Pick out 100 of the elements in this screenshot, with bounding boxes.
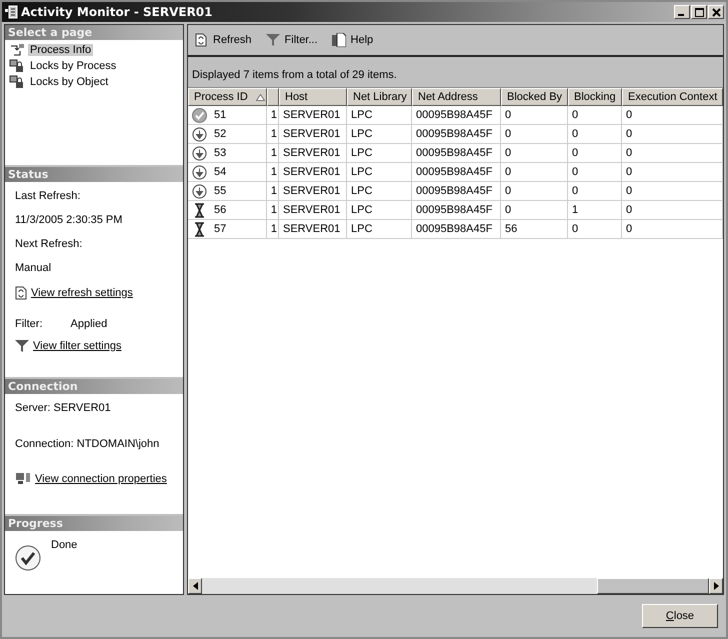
page-item[interactable]: Locks by Process xyxy=(28,60,118,72)
field-value: 11/3/2005 2:30:35 PM xyxy=(15,213,122,228)
lock-icon xyxy=(9,59,25,73)
table-cell: 0 xyxy=(626,109,632,121)
table-cell: LPC xyxy=(351,204,372,216)
table-cell: 00095B98A45F xyxy=(416,204,492,216)
sort-icon xyxy=(256,94,265,100)
refresh-settings-link[interactable]: View refresh settings xyxy=(31,287,133,299)
left-arrow-icon xyxy=(192,582,198,590)
table-cell: 51 xyxy=(214,109,226,121)
table-cell: 57 xyxy=(214,223,226,235)
table-cell: 52 xyxy=(214,128,226,140)
table-cell: 0 xyxy=(572,166,578,178)
close-button[interactable]: Close xyxy=(642,604,718,628)
table-cell: 0 xyxy=(572,185,578,197)
table-cell: 0 xyxy=(505,185,512,197)
horizontal-scrollbar[interactable] xyxy=(188,578,723,594)
table-cell: LPC xyxy=(351,223,372,235)
table-cell: LPC xyxy=(351,147,372,159)
field-label: Next Refresh: xyxy=(15,237,82,252)
table-cell: 53 xyxy=(214,147,226,159)
close-icon[interactable] xyxy=(708,5,724,19)
maximize-icon xyxy=(694,8,704,16)
table-cell: LPC xyxy=(351,166,372,178)
table-cell: 00095B98A45F xyxy=(416,223,492,235)
table-cell: 1 xyxy=(270,166,277,178)
connection-text: Connection: NTDOMAIN\john xyxy=(15,437,160,452)
table-cell: LPC xyxy=(351,128,372,140)
progress-status: Done xyxy=(51,539,78,551)
table-cell: SERVER01 xyxy=(283,223,340,235)
maximize-button[interactable] xyxy=(691,5,707,19)
column-header[interactable]: Process ID xyxy=(188,88,267,106)
table-cell: 0 xyxy=(505,147,512,159)
table-cell: 1 xyxy=(270,147,277,159)
table-cell: LPC xyxy=(351,185,372,197)
field-value: Manual xyxy=(15,261,52,276)
section-header: Progress xyxy=(5,516,183,531)
table-cell: 1 xyxy=(270,185,277,197)
table-cell: 00095B98A45F xyxy=(416,147,492,159)
column-header[interactable]: Net Library xyxy=(347,88,412,106)
table-cell: 55 xyxy=(214,185,226,197)
table-cell: 0 xyxy=(626,128,632,140)
right-arrow-icon xyxy=(714,582,718,590)
table-cell: 0 xyxy=(505,204,512,216)
hourglass-icon xyxy=(192,222,207,236)
minimize-button[interactable] xyxy=(674,5,690,19)
connection-properties-link[interactable]: View connection properties xyxy=(35,472,167,484)
page-item[interactable]: Locks by Object xyxy=(28,76,110,88)
table-cell: 0 xyxy=(572,128,578,140)
summary-text: Displayed 7 items from a total of 29 items. xyxy=(191,69,398,83)
filter-icon xyxy=(15,340,29,352)
table-cell: 0 xyxy=(572,223,578,235)
column-header[interactable]: Blocking xyxy=(568,88,622,106)
lock-icon xyxy=(9,75,25,89)
table-cell: 00095B98A45F xyxy=(416,185,492,197)
table-cell: 54 xyxy=(214,166,226,178)
column-header[interactable]: Net Address xyxy=(412,88,501,106)
table-cell: SERVER01 xyxy=(283,128,340,140)
refresh-icon xyxy=(15,286,27,300)
table-cell: 56 xyxy=(214,204,226,216)
field-label: Last Refresh: xyxy=(15,189,80,204)
table-cell: 1 xyxy=(270,128,277,140)
table-cell: SERVER01 xyxy=(283,166,340,178)
table-cell: 1 xyxy=(270,109,277,121)
toolbar-button[interactable]: Help xyxy=(330,33,376,47)
check-icon xyxy=(15,545,41,571)
table-cell: 1 xyxy=(270,223,277,235)
toolbar-button[interactable]: Refresh xyxy=(192,33,254,47)
field-value: Applied xyxy=(70,318,108,330)
column-header[interactable]: Execution Context xyxy=(622,88,723,106)
column-header[interactable]: Host xyxy=(279,88,347,106)
filter-settings-link[interactable]: View filter settings xyxy=(33,340,122,352)
table-cell: 1 xyxy=(572,204,578,216)
table-cell: 0 xyxy=(505,166,512,178)
column-header[interactable] xyxy=(267,88,279,106)
computer-icon xyxy=(15,472,31,485)
check-icon xyxy=(192,108,207,122)
page-item[interactable]: Process Info xyxy=(28,44,94,56)
table-cell: 56 xyxy=(505,223,518,235)
table-cell: 0 xyxy=(505,109,512,121)
table-cell: 0 xyxy=(572,147,578,159)
toolbar-button[interactable]: Filter... xyxy=(264,33,320,47)
section-header: Select a page xyxy=(5,25,183,40)
hourglass-icon xyxy=(192,202,207,218)
field-label: Filter: xyxy=(15,318,42,330)
table-cell: 0 xyxy=(572,109,578,121)
table-cell: SERVER01 xyxy=(283,185,340,197)
table-cell: 00095B98A45F xyxy=(416,166,492,178)
table-cell: SERVER01 xyxy=(283,204,340,216)
server-text: Server: SERVER01 xyxy=(15,401,111,416)
app-icon xyxy=(4,5,18,19)
table-cell: 0 xyxy=(626,204,632,216)
table-cell: 0 xyxy=(626,147,632,159)
column-header[interactable]: Blocked By xyxy=(501,88,568,106)
section-header: Status xyxy=(5,167,183,182)
section-header: Connection xyxy=(5,379,183,394)
refresh-icon xyxy=(194,33,208,47)
process-icon xyxy=(9,43,25,57)
table-cell: 0 xyxy=(626,185,632,197)
table-cell: 1 xyxy=(270,204,277,216)
